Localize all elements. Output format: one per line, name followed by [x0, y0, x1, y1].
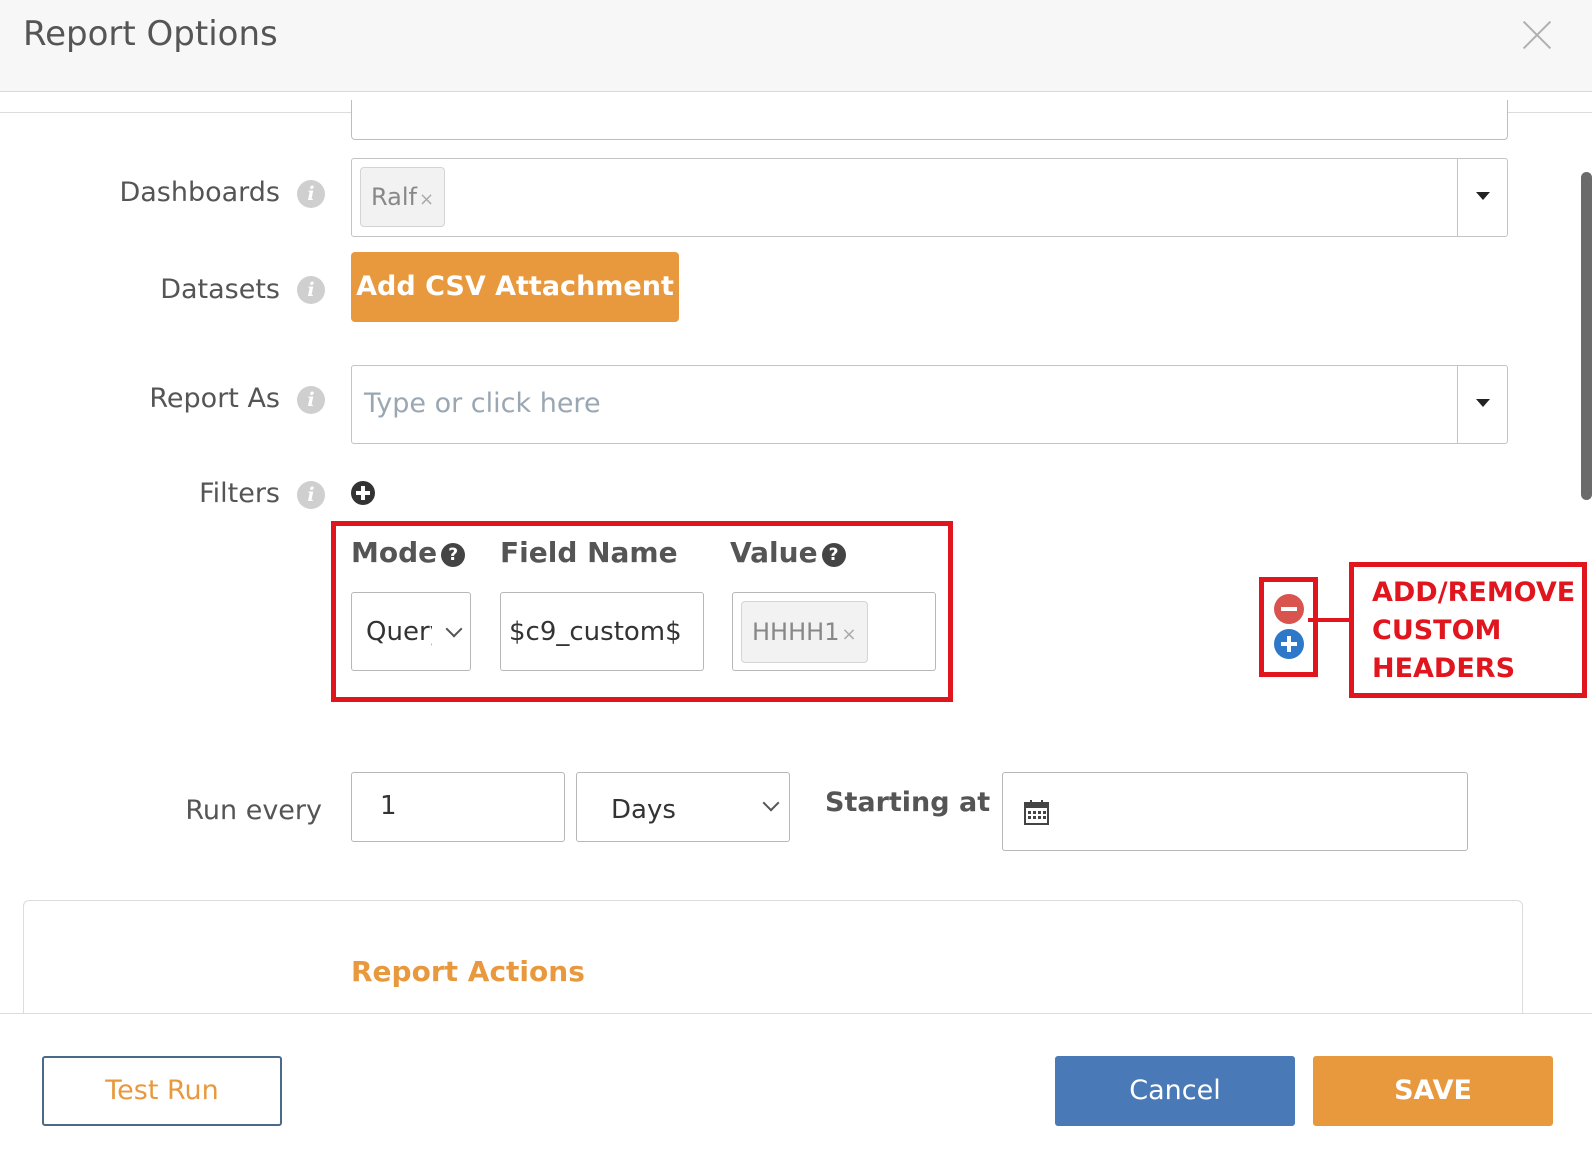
annotation-line-2: CUSTOM [1372, 615, 1502, 646]
chevron-down-icon [762, 794, 780, 812]
remove-tag-icon[interactable]: × [419, 189, 434, 210]
field-name-value: $c9_custom$ [509, 617, 682, 647]
add-filter-icon[interactable] [351, 481, 375, 505]
start-date-input[interactable] [1002, 772, 1468, 851]
dropdown-toggle[interactable] [1457, 159, 1507, 236]
chevron-down-icon [445, 620, 463, 638]
datasets-label: Datasets [160, 274, 280, 305]
value-header-label: Value [730, 536, 818, 569]
modal-title: Report Options [23, 14, 278, 54]
add-csv-attachment-button[interactable]: Add CSV Attachment [351, 252, 679, 322]
dashboard-tag-label: Ralf [371, 183, 417, 211]
starting-at-label: Starting at [825, 787, 991, 818]
value-tag-label: HHHH1 [752, 618, 840, 646]
save-button[interactable]: SAVE [1313, 1056, 1553, 1126]
dashboard-tag: Ralf × [360, 167, 446, 227]
annotation-line-3: HEADERS [1372, 653, 1516, 684]
field-name-input[interactable]: $c9_custom$ [500, 592, 704, 671]
plus-circle-icon[interactable] [1274, 629, 1304, 659]
field-name-header: Field Name [500, 536, 678, 569]
report-as-select[interactable]: Type or click here [351, 365, 1508, 444]
dropdown-toggle[interactable] [1457, 366, 1507, 443]
dashboards-label: Dashboards [119, 177, 280, 208]
interval-unit-select[interactable]: Days [576, 772, 790, 842]
caret-down-icon [1476, 399, 1490, 407]
info-icon[interactable]: i [297, 180, 325, 208]
filters-label: Filters [199, 478, 280, 509]
info-icon[interactable]: i [297, 386, 325, 414]
remove-tag-icon[interactable]: × [841, 624, 856, 645]
value-input[interactable]: HHHH1 × [732, 592, 936, 671]
report-actions-title: Report Actions [351, 955, 585, 988]
annotation-text: ADD/REMOVE CUSTOM HEADERS [1372, 574, 1575, 688]
interval-unit-value: Days [611, 795, 676, 825]
calendar-icon[interactable] [1023, 799, 1050, 826]
modal-header: Report Options [0, 0, 1592, 92]
info-icon[interactable]: i [297, 276, 325, 304]
mode-select-value: Query [366, 617, 432, 647]
partial-input-field[interactable] [351, 100, 1508, 140]
report-as-label: Report As [149, 383, 280, 414]
annotation-line-1: ADD/REMOVE [1372, 577, 1576, 608]
close-icon[interactable] [1520, 18, 1554, 52]
minus-circle-icon[interactable] [1274, 594, 1304, 624]
mode-header-label: Mode [351, 536, 438, 569]
question-circle-icon[interactable]: ? [441, 543, 466, 567]
interval-input[interactable]: 1 [351, 772, 565, 842]
report-as-placeholder: Type or click here [364, 388, 601, 419]
mode-select[interactable]: Query [351, 592, 471, 671]
value-header: Value? [730, 536, 846, 569]
run-every-label: Run every [185, 795, 322, 826]
annotation-connector [1308, 618, 1349, 622]
info-icon[interactable]: i [297, 481, 325, 509]
question-circle-icon[interactable]: ? [821, 543, 846, 567]
caret-down-icon [1476, 192, 1490, 200]
add-remove-highlight [1259, 577, 1318, 677]
test-run-button[interactable]: Test Run [42, 1056, 282, 1126]
value-tag: HHHH1 × [741, 601, 868, 663]
cancel-button[interactable]: Cancel [1055, 1056, 1295, 1126]
dashboards-select[interactable]: Ralf × [351, 158, 1508, 237]
scrollbar[interactable] [1581, 172, 1592, 500]
mode-header: Mode? [351, 536, 466, 569]
interval-value: 1 [380, 791, 397, 821]
